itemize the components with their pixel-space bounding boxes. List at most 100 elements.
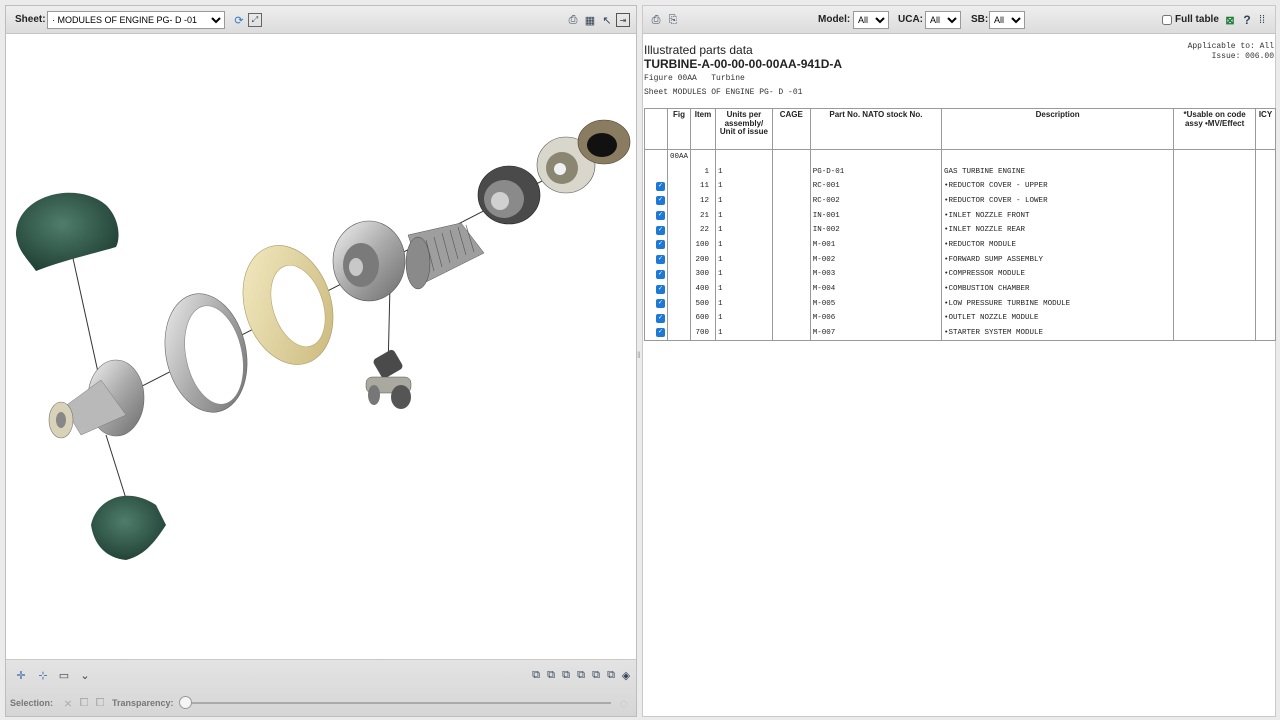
table-row[interactable]: ✓ 500 1 M-005 •LOW PRESSURE TURBINE MODULE xyxy=(644,296,1277,312)
fig-cell: 00AA xyxy=(666,149,692,165)
table-row[interactable]: ✓ 200 1 M-002 •FORWARD SUMP ASSEMBLY xyxy=(644,252,1277,267)
item-cell: 200 xyxy=(690,252,716,267)
table-row[interactable]: ✓ 22 1 IN-002 •INLET NOZZLE REAR xyxy=(644,222,1277,238)
item-cell: 400 xyxy=(690,281,716,297)
view-iso-icon[interactable]: ◈ xyxy=(619,668,633,682)
table-row[interactable]: 1 1 PG-D-01 GAS TURBINE ENGINE xyxy=(644,164,1277,179)
hide-icon[interactable]: ⧠ xyxy=(93,696,107,710)
refresh-icon[interactable]: ⟳ xyxy=(232,13,246,27)
table-row[interactable]: ✓ 300 1 M-003 •COMPRESSOR MODULE xyxy=(644,267,1277,282)
explode-icon[interactable]: ✛ xyxy=(14,668,28,682)
starter-system-module[interactable] xyxy=(365,348,412,409)
table-row[interactable]: ✓ 100 1 M-001 •REDUCTOR MODULE xyxy=(644,237,1277,253)
row-checkbox[interactable]: ✓ xyxy=(656,313,665,323)
description-cell: •INLET NOZZLE FRONT xyxy=(941,208,1175,223)
table-row[interactable]: ✓ 400 1 M-004 •COMBUSTION CHAMBER xyxy=(644,281,1277,297)
export-icon[interactable]: ⎘ xyxy=(666,13,680,27)
reductor-cover-upper[interactable] xyxy=(16,192,119,271)
view-top-icon[interactable]: ⧉ xyxy=(589,668,603,682)
reductor-module[interactable] xyxy=(48,359,145,439)
sheet-line: Sheet MODULES OF ENGINE PG- D -01 xyxy=(644,88,803,97)
outlet-nozzle-module[interactable] xyxy=(577,119,631,165)
units-cell: 1 xyxy=(714,193,773,209)
select-icon[interactable]: ⨯ xyxy=(61,696,75,710)
help-icon[interactable]: ? xyxy=(1240,13,1254,27)
lower-cover-line xyxy=(105,434,129,506)
units-cell: 1 xyxy=(714,296,773,312)
row-checkbox[interactable]: ✓ xyxy=(656,225,665,235)
table-row[interactable]: ✓ 21 1 IN-001 •INLET NOZZLE FRONT xyxy=(644,208,1277,223)
row-checkbox[interactable]: ✓ xyxy=(656,328,665,338)
row-checkbox[interactable]: ✓ xyxy=(656,211,665,221)
isolate-icon[interactable]: ⧠ xyxy=(77,696,91,710)
row-checkbox[interactable]: ✓ xyxy=(656,181,665,191)
forward-sump-assembly[interactable] xyxy=(332,220,406,302)
selection-label: Selection: xyxy=(10,698,54,708)
table-row[interactable]: ✓ 12 1 RC-002 •REDUCTOR COVER - LOWER xyxy=(644,193,1277,209)
view-back-icon[interactable]: ⧉ xyxy=(544,668,558,682)
part-number-cell: IN-001 xyxy=(809,208,943,223)
figure-line: Figure 00AA Turbine xyxy=(644,74,745,83)
view-front-icon[interactable]: ⧉ xyxy=(529,668,543,682)
parts-panel: ⎙ ⎘ Model: All UCA: All SB: All Full tab… xyxy=(642,5,1277,717)
hotspots-icon[interactable]: ⁞⁞ xyxy=(1255,13,1269,27)
uca-select[interactable]: All xyxy=(925,11,961,29)
fit-view-icon[interactable]: ⤢ xyxy=(248,13,262,27)
full-table-checkbox[interactable] xyxy=(1162,15,1172,25)
data-module-code: TURBINE-A-00-00-00-00AA-941D-A xyxy=(644,57,843,71)
part-number-cell: IN-002 xyxy=(809,222,943,238)
expand-icon[interactable]: ⇥ xyxy=(616,13,630,27)
excel-icon[interactable]: ⊠ xyxy=(1223,13,1237,27)
col-description: Description xyxy=(941,108,1175,150)
view-right-icon[interactable]: ⧉ xyxy=(574,668,588,682)
units-cell: 1 xyxy=(714,325,773,341)
row-checkbox[interactable]: ✓ xyxy=(656,240,665,250)
parts-toolbar: ⎙ ⎘ Model: All UCA: All SB: All Full tab… xyxy=(643,6,1275,34)
table-row[interactable]: ✓ 700 1 M-007 •STARTER SYSTEM MODULE xyxy=(644,325,1277,341)
exploded-engine-illustration xyxy=(16,119,631,560)
sb-select[interactable]: All xyxy=(989,11,1025,29)
compressor-module[interactable] xyxy=(405,222,485,290)
col-icy: ICY xyxy=(1254,108,1277,150)
gallery-icon[interactable]: ▦ xyxy=(583,13,597,27)
part-number-cell: M-006 xyxy=(809,311,943,326)
viewer-bottom-bar: ✛ ⊹ ▭ ⌄ ⧉ ⧉ ⧉ ⧉ ⧉ ⧉ ◈ Selection: ⨯ ⧠ ⧠ T… xyxy=(6,659,636,716)
sheet-select[interactable]: · MODULES OF ENGINE PG- D -01 xyxy=(47,11,225,29)
transparency-track[interactable] xyxy=(185,702,611,704)
applicable-to: Applicable to: All xyxy=(1187,42,1274,51)
axis-icon[interactable]: ⊹ xyxy=(36,668,50,682)
part-number-cell: M-005 xyxy=(809,296,943,312)
row-checkbox[interactable]: ✓ xyxy=(656,269,665,279)
3d-viewport[interactable] xyxy=(6,35,636,659)
row-checkbox[interactable]: ✓ xyxy=(656,255,665,265)
pointer-icon[interactable]: ↖ xyxy=(600,13,614,27)
combustion-chamber[interactable] xyxy=(477,165,541,225)
item-cell: 21 xyxy=(690,208,716,223)
units-cell: 1 xyxy=(714,237,773,253)
inlet-nozzle-front[interactable] xyxy=(154,286,257,420)
collapse-icon[interactable]: ⌄ xyxy=(78,668,92,682)
row-checkbox[interactable]: ✓ xyxy=(656,299,665,309)
print-icon[interactable]: ⎙ xyxy=(566,13,580,27)
reductor-cover-lower[interactable] xyxy=(91,495,166,560)
item-cell: 22 xyxy=(690,222,716,238)
col-item: Item xyxy=(690,108,716,150)
units-cell: 1 xyxy=(714,208,773,223)
table-row[interactable]: ✓ 11 1 RC-001 •REDUCTOR COVER - UPPER xyxy=(644,178,1277,194)
print-list-icon[interactable]: ⎙ xyxy=(649,13,663,27)
description-cell: •COMPRESSOR MODULE xyxy=(941,267,1175,282)
reset-icon[interactable]: ◇ xyxy=(617,696,631,710)
description-cell: •REDUCTOR COVER - UPPER xyxy=(941,178,1175,194)
transparency-handle[interactable] xyxy=(179,696,192,709)
frame-icon[interactable]: ▭ xyxy=(57,668,71,682)
row-checkbox[interactable]: ✓ xyxy=(656,196,665,206)
view-left-icon[interactable]: ⧉ xyxy=(559,668,573,682)
section-title: Illustrated parts data xyxy=(644,43,753,57)
part-number-cell: RC-002 xyxy=(809,193,943,209)
model-select[interactable]: All xyxy=(853,11,889,29)
panel-splitter[interactable]: ‖ xyxy=(637,350,641,364)
view-bottom-icon[interactable]: ⧉ xyxy=(604,668,618,682)
row-checkbox[interactable]: ✓ xyxy=(656,284,665,294)
table-row[interactable]: ✓ 600 1 M-006 •OUTLET NOZZLE MODULE xyxy=(644,311,1277,326)
part-number-cell: M-001 xyxy=(809,237,943,253)
